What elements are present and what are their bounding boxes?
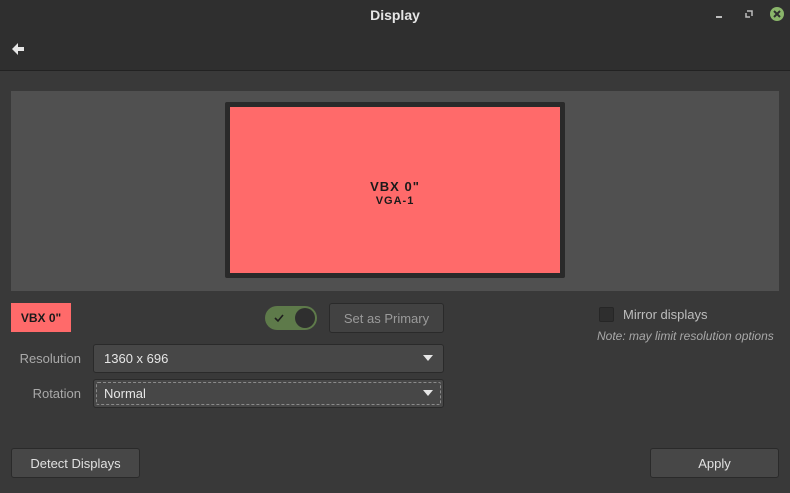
detect-displays-button[interactable]: Detect Displays [11, 448, 140, 478]
apply-button[interactable]: Apply [650, 448, 779, 478]
rotation-dropdown[interactable]: Normal [93, 379, 444, 408]
monitor-screen[interactable]: VBX 0" VGA-1 [230, 107, 560, 273]
window-title: Display [370, 7, 420, 23]
check-icon [274, 314, 284, 323]
monitor-preview[interactable]: VBX 0" VGA-1 [225, 102, 565, 278]
resolution-dropdown[interactable]: 1360 x 696 [93, 344, 444, 373]
title-bar: Display [0, 0, 790, 71]
mirror-displays-checkbox[interactable] [599, 306, 614, 322]
chevron-down-icon [423, 390, 433, 396]
maximize-icon[interactable] [741, 6, 757, 22]
display-arrangement-area: VBX 0" VGA-1 [11, 91, 779, 291]
mirror-note: Note: may limit resolution options [597, 329, 774, 343]
enable-display-toggle[interactable] [265, 306, 317, 330]
toggle-knob [295, 308, 315, 328]
rotation-value: Normal [104, 386, 146, 401]
chevron-down-icon [423, 355, 433, 361]
monitor-chip: VBX 0" [11, 303, 71, 332]
set-as-primary-button[interactable]: Set as Primary [329, 303, 444, 333]
resolution-label: Resolution [19, 351, 81, 366]
mirror-displays-option[interactable]: Mirror displays [599, 306, 708, 322]
minimize-icon[interactable] [711, 6, 727, 22]
mirror-displays-label: Mirror displays [623, 306, 708, 322]
close-icon[interactable] [769, 6, 785, 22]
back-arrow-icon[interactable] [9, 40, 27, 58]
monitor-port: VGA-1 [375, 195, 415, 207]
rotation-label: Rotation [32, 386, 81, 401]
focus-ring [96, 382, 441, 405]
resolution-value: 1360 x 696 [104, 351, 169, 366]
monitor-name: VBX 0" [370, 179, 420, 194]
